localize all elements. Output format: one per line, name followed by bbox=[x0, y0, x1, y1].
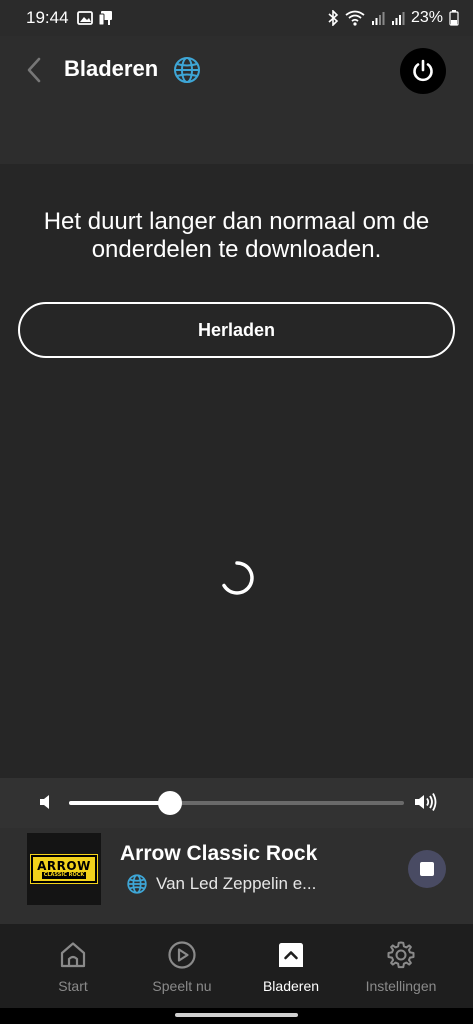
play-circle-icon bbox=[168, 941, 196, 969]
nav-item-settings[interactable]: Instellingen bbox=[346, 924, 456, 1008]
nav-item-browse[interactable]: Bladeren bbox=[236, 924, 346, 1008]
nav-label-browse: Bladeren bbox=[262, 978, 320, 994]
page-title: Bladeren bbox=[64, 56, 159, 81]
notification-icon bbox=[98, 10, 114, 26]
gallery-icon bbox=[76, 11, 93, 25]
bottom-navigation: Start Speelt nu Bladeren Instellingen bbox=[0, 924, 473, 1008]
station-title: Arrow Classic Rock bbox=[120, 842, 318, 865]
volume-bar bbox=[0, 778, 473, 828]
globe-icon bbox=[172, 55, 202, 85]
back-button[interactable] bbox=[20, 54, 48, 86]
nav-label-playing-now: Speelt nu bbox=[152, 978, 212, 994]
power-icon bbox=[413, 59, 433, 82]
main-content: Het duurt langer dan normaal om de onder… bbox=[0, 164, 473, 778]
station-logo: ARROW CLASSIC ROCK bbox=[27, 833, 101, 905]
bluetooth-icon bbox=[327, 10, 339, 26]
browse-icon bbox=[279, 943, 303, 967]
logo-text-main: ARROW bbox=[37, 858, 91, 873]
volume-slider-fill bbox=[69, 801, 170, 805]
now-playing-bar[interactable]: ARROW CLASSIC ROCK Arrow Classic Rock Va… bbox=[0, 828, 473, 924]
nav-label-settings: Instellingen bbox=[365, 978, 437, 994]
status-bar: 19:44 23% bbox=[0, 0, 473, 36]
home-icon bbox=[60, 942, 86, 968]
battery-icon bbox=[449, 10, 459, 26]
battery-percent: 23% bbox=[410, 9, 443, 26]
now-playing-subtitle: Van Led Zeppelin e... bbox=[156, 874, 317, 893]
nav-label-start: Start bbox=[58, 978, 88, 994]
volume-low-icon[interactable] bbox=[38, 793, 52, 816]
header: Bladeren bbox=[0, 36, 473, 164]
loading-spinner-icon bbox=[219, 560, 255, 596]
wifi-icon bbox=[345, 10, 365, 26]
gear-icon bbox=[387, 941, 415, 969]
loading-message: Het duurt langer dan normaal om de onder… bbox=[43, 208, 430, 263]
power-button[interactable] bbox=[400, 48, 446, 94]
stop-icon bbox=[420, 862, 434, 876]
stop-button[interactable] bbox=[408, 850, 446, 888]
nav-item-start[interactable]: Start bbox=[18, 924, 128, 1008]
gesture-bar bbox=[0, 1008, 473, 1024]
chevron-left-icon bbox=[27, 57, 41, 83]
signal-icon-2 bbox=[391, 11, 405, 25]
globe-icon-small bbox=[127, 874, 147, 894]
volume-slider-thumb[interactable] bbox=[157, 791, 182, 815]
logo-text-sub: CLASSIC ROCK bbox=[41, 871, 87, 879]
nav-item-playing-now[interactable]: Speelt nu bbox=[128, 924, 236, 1008]
signal-icon bbox=[371, 11, 385, 25]
volume-slider[interactable] bbox=[69, 791, 404, 815]
reload-button[interactable]: Herladen bbox=[18, 302, 455, 358]
volume-high-icon[interactable] bbox=[414, 792, 438, 817]
status-time: 19:44 bbox=[26, 8, 69, 27]
home-indicator[interactable] bbox=[175, 1013, 298, 1017]
